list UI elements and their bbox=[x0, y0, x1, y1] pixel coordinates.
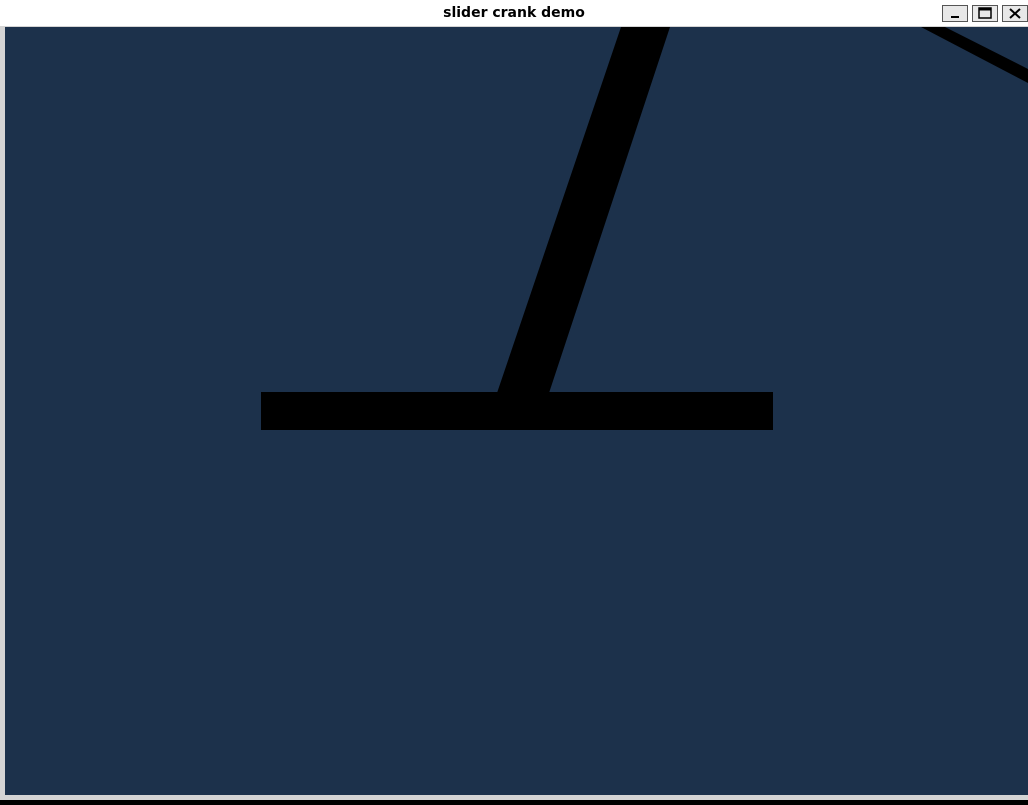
app-window: slider crank demo bbox=[0, 0, 1028, 800]
simulation-canvas[interactable] bbox=[5, 27, 1028, 795]
connecting-rod bbox=[497, 27, 670, 393]
maximize-icon bbox=[978, 7, 992, 19]
slider-block bbox=[261, 392, 773, 430]
crank-arm bbox=[921, 27, 1028, 83]
close-icon bbox=[1009, 8, 1021, 19]
window-bottom-border bbox=[0, 795, 1028, 800]
minimize-button[interactable] bbox=[942, 5, 968, 22]
close-button[interactable] bbox=[1002, 5, 1028, 22]
window-title: slider crank demo bbox=[443, 5, 585, 21]
minimize-icon bbox=[951, 16, 959, 18]
maximize-button[interactable] bbox=[972, 5, 998, 22]
title-bar[interactable]: slider crank demo bbox=[0, 0, 1028, 26]
